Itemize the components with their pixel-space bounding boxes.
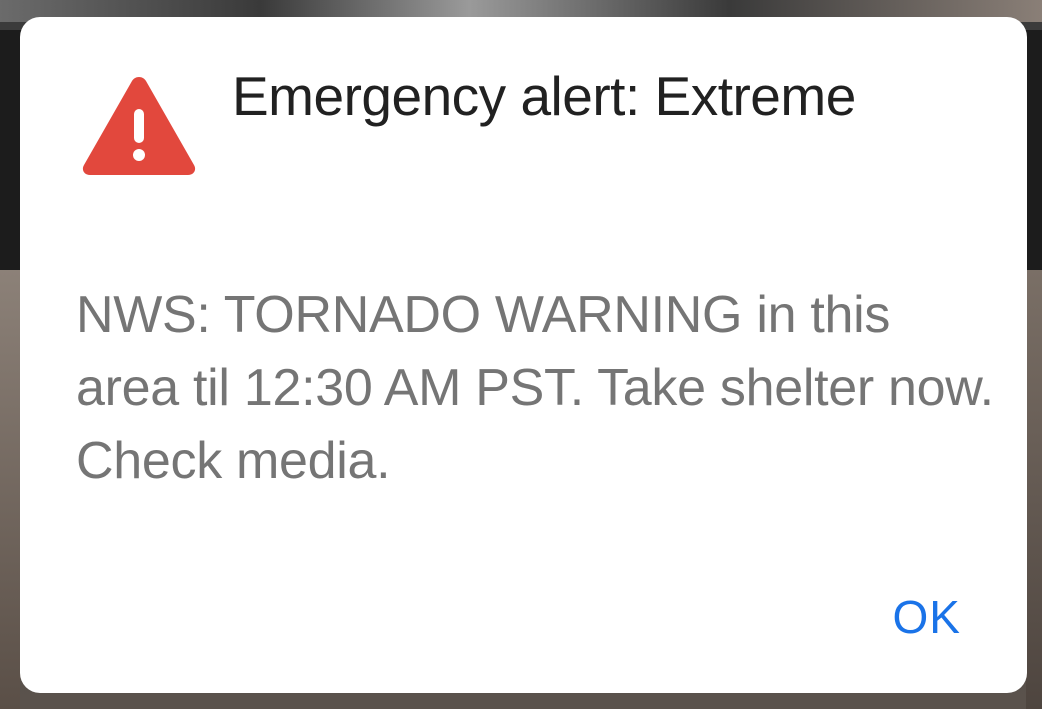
ok-button[interactable]: OK xyxy=(881,579,973,655)
background-left-edge xyxy=(0,270,20,709)
background-right-edge xyxy=(1026,270,1042,709)
dialog-title: Emergency alert: Extreme xyxy=(232,65,856,127)
warning-triangle-icon xyxy=(82,77,196,175)
emergency-alert-dialog: Emergency alert: Extreme NWS: TORNADO WA… xyxy=(20,17,1027,693)
alert-message: NWS: TORNADO WARNING in this area til 12… xyxy=(76,286,994,490)
